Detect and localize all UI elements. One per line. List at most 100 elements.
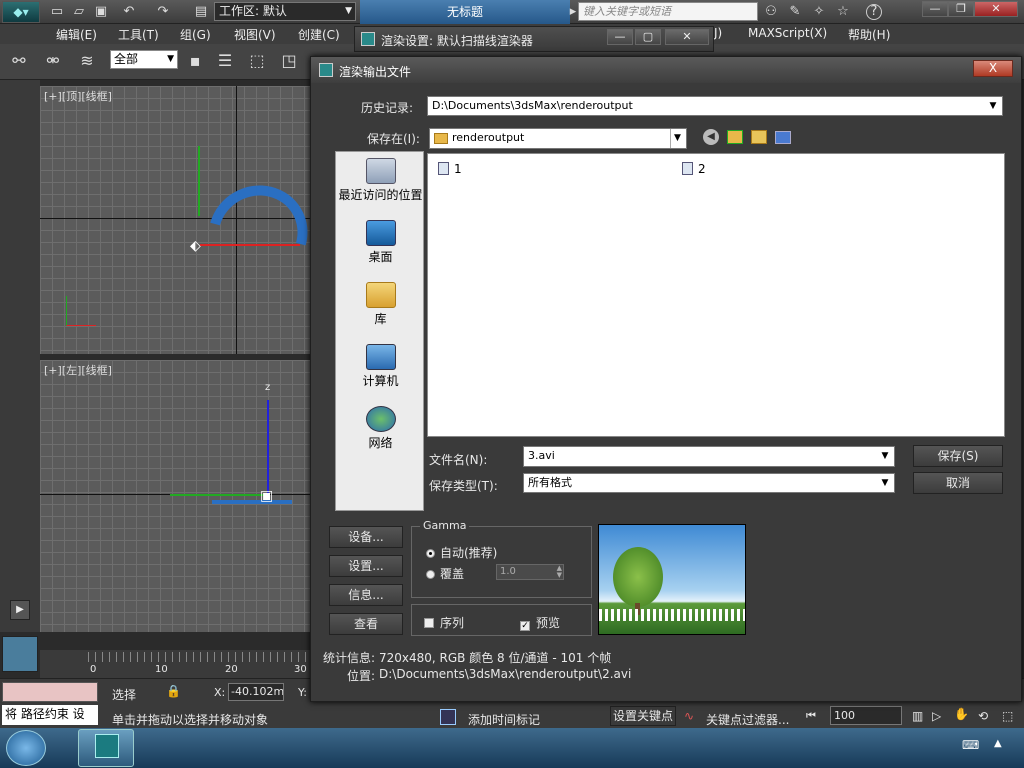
render-setup-maximize-button[interactable]: ▢ [635, 29, 661, 45]
info-button[interactable]: 信息... [329, 584, 403, 606]
workspace-dropdown[interactable]: 工作区: 默认 ▼ [214, 2, 356, 21]
menu-tools[interactable]: 工具(T) [118, 26, 159, 43]
binoculars-icon[interactable]: ⚇ [762, 3, 780, 21]
timeline[interactable]: 0 10 20 30 [40, 650, 315, 678]
setup-button[interactable]: 设置... [329, 555, 403, 577]
cancel-button[interactable]: 取消 [913, 472, 1003, 494]
save-file-icon[interactable]: ▣ [92, 3, 110, 21]
keyboard-icon[interactable]: ⌨ [962, 738, 979, 752]
bind-spacewarp-icon[interactable]: ≋ [78, 52, 96, 70]
rect-selection-icon[interactable]: ⬚ [248, 52, 266, 70]
time-tag-icon[interactable] [440, 709, 456, 725]
lock-icon[interactable]: 🔒 [166, 684, 181, 698]
minimize-button[interactable]: — [922, 1, 948, 17]
set-key-button[interactable]: 设置关键点 [610, 706, 676, 726]
preview-checkbox[interactable]: ✓ 预览 [520, 614, 560, 631]
tools-icon[interactable]: ✧ [810, 3, 828, 21]
menu-create[interactable]: 创建(C) [298, 26, 340, 43]
sequence-checkbox[interactable]: 序列 [424, 614, 464, 631]
new-folder-icon[interactable] [751, 130, 767, 144]
file-list[interactable]: 1 2 [427, 153, 1005, 437]
viewport-layout-button[interactable] [2, 636, 38, 672]
field-of-view-icon[interactable]: ▷ [932, 709, 941, 723]
file-item[interactable]: 1 [438, 162, 462, 176]
wrench-icon[interactable]: ✎ [786, 3, 804, 21]
render-setup-close-button[interactable]: ✕ [665, 29, 709, 45]
star-icon[interactable]: ☆ [834, 3, 852, 21]
dialog-close-button[interactable]: X [973, 60, 1013, 77]
render-setup-window[interactable]: 渲染设置: 默认扫描线渲染器 — ▢ ✕ [354, 26, 714, 52]
left-viewport[interactable]: [+][左][线框] z ▣ [40, 360, 310, 632]
gamma-auto-radio[interactable]: 自动(推荐) [426, 544, 497, 561]
window-crossing-icon[interactable]: ◳ [280, 52, 298, 70]
menu-group[interactable]: 组(G) [180, 26, 211, 43]
maxscript-listener[interactable] [2, 682, 98, 702]
left-viewport-label[interactable]: [+][左][线框] [44, 362, 112, 378]
expand-arrow-button[interactable]: ▶ [10, 600, 30, 620]
menu-maxscript[interactable]: MAXScript(X) [748, 26, 827, 40]
dialog-title-bar[interactable]: 渲染输出文件 X [311, 57, 1021, 83]
filename-input[interactable]: 3.avi ▼ [523, 446, 895, 467]
view-menu-icon[interactable] [775, 131, 791, 144]
devices-button[interactable]: 设备... [329, 526, 403, 548]
zoom-icon[interactable]: ▥ [912, 709, 923, 723]
close-button[interactable]: ✕ [974, 1, 1018, 17]
menu-edit[interactable]: 编辑(E) [56, 26, 97, 43]
3dsmax-taskbar-icon[interactable] [78, 729, 134, 767]
frame-spinner[interactable]: 100 [830, 706, 902, 725]
add-time-tag-label[interactable]: 添加时间标记 [468, 711, 540, 728]
selection-filter-dropdown[interactable]: 全部 ▼ [110, 50, 178, 69]
select-object-icon[interactable]: ▪ [186, 52, 204, 70]
x-coordinate-input[interactable]: -40.102mm [228, 683, 284, 701]
key-filters-label[interactable]: 关键点过滤器... [706, 711, 789, 728]
new-file-icon[interactable]: ▭ [48, 3, 66, 21]
spinner-arrows-icon: ▲ ▼ [556, 564, 562, 579]
unlink-icon[interactable]: ⚮ [44, 52, 62, 70]
history-dropdown[interactable]: D:\Documents\3dsMax\renderoutput ▼ [427, 96, 1003, 116]
place-computer[interactable]: 计算机 [336, 344, 425, 389]
help-icon[interactable]: ? [866, 4, 882, 20]
gamma-value-spinner[interactable]: 1.0 ▲ ▼ [496, 564, 564, 580]
orbit-icon[interactable]: ⟲ [978, 709, 988, 723]
curve-icon[interactable]: ∿ [684, 709, 694, 723]
menu-partial[interactable]: J) [714, 26, 722, 40]
place-network[interactable]: 网络 [336, 406, 425, 451]
z-axis-label: z [265, 382, 271, 393]
save-button[interactable]: 保存(S) [913, 445, 1003, 467]
place-libraries[interactable]: 库 [336, 282, 425, 327]
save-in-dropdown[interactable]: renderoutput ▼ [429, 128, 687, 149]
top-viewport-label[interactable]: [+][顶][线框] [44, 88, 112, 104]
gamma-override-radio[interactable]: 覆盖 [426, 565, 464, 582]
filetype-dropdown[interactable]: 所有格式 ▼ [523, 473, 895, 493]
redo-icon[interactable]: ↷ [154, 3, 172, 21]
up-folder-icon[interactable] [727, 130, 743, 144]
render-setup-minimize-button[interactable]: — [607, 29, 633, 45]
menu-view[interactable]: 视图(V) [234, 26, 276, 43]
project-folder-icon[interactable]: ▤ [192, 3, 210, 21]
maximize-viewport-icon[interactable]: ⬚ [1002, 709, 1013, 723]
open-file-icon[interactable]: ▱ [70, 3, 88, 21]
select-by-name-icon[interactable]: ☰ [216, 52, 234, 70]
maximize-button[interactable]: ❐ [948, 1, 974, 17]
axis-tripod [66, 296, 96, 326]
link-icon[interactable]: ⚯ [10, 52, 28, 70]
place-recent[interactable]: 最近访问的位置 [336, 158, 425, 203]
start-button[interactable] [6, 730, 46, 766]
go-to-start-icon[interactable]: ⏮ [806, 709, 816, 723]
undo-icon[interactable]: ↶ [120, 3, 138, 21]
top-viewport[interactable]: [+][顶][线框] ⬖ [40, 86, 326, 354]
pan-hand-icon[interactable]: ✋ [954, 707, 969, 721]
search-input[interactable]: 键入关键字或短语 [578, 2, 758, 21]
helix-object[interactable] [190, 167, 326, 301]
place-libraries-label: 库 [374, 312, 387, 326]
path-constraint-field[interactable]: 将 路径约束 设 [2, 705, 98, 725]
place-desktop[interactable]: 桌面 [336, 220, 425, 265]
back-icon[interactable]: ◀ [703, 129, 719, 145]
helix-flat-object[interactable] [212, 500, 292, 504]
app-logo[interactable]: ◆▾ [2, 1, 40, 23]
file-item[interactable]: 2 [682, 162, 706, 176]
view-button[interactable]: 查看 [329, 613, 403, 635]
chevron-down-icon: ▼ [881, 451, 889, 461]
tray-arrow-icon[interactable]: ▲ [994, 738, 1002, 749]
menu-help[interactable]: 帮助(H) [848, 26, 890, 43]
